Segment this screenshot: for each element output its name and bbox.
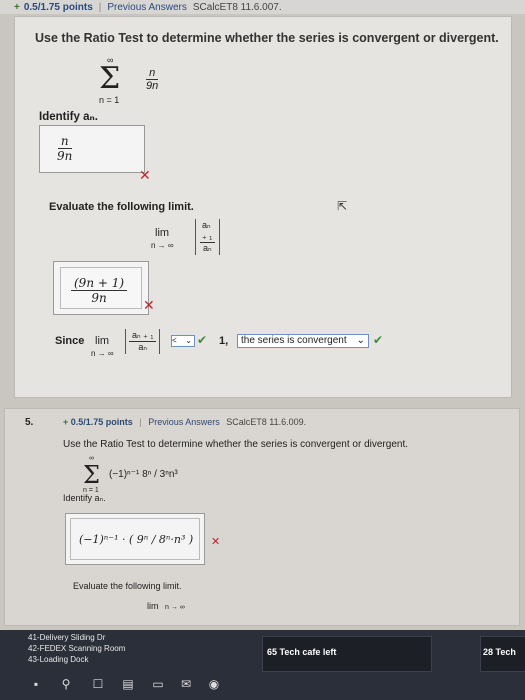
an-answer-field[interactable]: (−1)ⁿ⁻¹ · ( 9ⁿ / 8ⁿ·n³ ) <box>65 513 205 565</box>
note-item[interactable]: 41-Delivery Sliding Dr <box>28 632 125 643</box>
an-answer-field[interactable]: n 9n <box>39 125 145 173</box>
series-term-denominator: 9n <box>146 80 159 92</box>
ratio-numerator: aₙ ₊ ₁ <box>200 220 215 243</box>
since-lim-subscript: n → ∞ <box>91 349 114 358</box>
evaluate-limit-label: Evaluate the following limit. <box>73 581 182 591</box>
question-4-ref: SCalcET8 11.6.007. <box>192 1 282 13</box>
question-5-number: 5. <box>25 417 34 428</box>
since-ratio-numerator: aₙ ₊ ₁ <box>129 330 157 342</box>
lim-word: lim <box>155 227 170 239</box>
question-4-score: 0.5/1.75 points <box>23 1 93 13</box>
question-4-prompt: Use the Ratio Test to determine whether … <box>35 31 499 45</box>
question-5-ref: SCalcET8 11.6.009. <box>226 417 307 427</box>
note-item[interactable]: 43-Loading Dock <box>28 654 125 665</box>
question-5-prompt: Use the Ratio Test to determine whether … <box>63 439 408 450</box>
series-term-numerator: n <box>146 67 159 80</box>
sigma-symbol: Σ <box>83 461 100 489</box>
note-item[interactable]: 42-FEDEX Scanning Room <box>28 643 125 654</box>
sigma-symbol: Σ <box>99 61 121 96</box>
limit-answer-fraction: (9n + 1) 9n <box>71 276 128 305</box>
conclusion-select-value: the series is convergent <box>241 335 347 346</box>
since-ratio: aₙ ₊ ₁ aₙ <box>125 329 161 354</box>
since-label: Since <box>55 335 85 347</box>
limit-answer-inner: (9n + 1) 9n <box>60 267 142 309</box>
cursor-icon: ⇱ <box>337 199 348 213</box>
previous-answers-link[interactable]: Previous Answers <box>148 417 220 427</box>
chevron-down-icon: ⌄ <box>356 335 365 346</box>
previous-answers-link[interactable]: Previous Answers <box>107 2 186 13</box>
comparison-select[interactable]: < ⌄ <box>171 335 195 347</box>
series-lower-limit: n = 1 <box>99 95 120 105</box>
desktop-notes: 41-Delivery Sliding Dr 42-FEDEX Scanning… <box>28 632 125 665</box>
conclusion-select[interactable]: the series is convergent ⌄ <box>237 334 369 348</box>
identify-an-label: Identify aₙ. <box>63 493 106 503</box>
lim-subscript: n → ∞ <box>165 604 185 611</box>
question-4-panel: Use the Ratio Test to determine whether … <box>14 16 512 398</box>
question-5-header: + 0.5/1.75 points | Previous Answers SCa… <box>63 417 306 427</box>
separator: | <box>139 417 142 427</box>
tile-tech-cafe[interactable]: 65 Tech cafe left <box>262 636 432 672</box>
tile-tech-label: 28 Tech <box>483 647 516 657</box>
correct-icon: ✔ <box>373 333 384 347</box>
question-5-panel: 5. + 0.5/1.75 points | Previous Answers … <box>4 408 520 626</box>
ratio-abs-value: aₙ ₊ ₁ aₙ <box>195 219 220 255</box>
evaluate-limit-label: Evaluate the following limit. <box>49 201 194 213</box>
windows-start-icon[interactable]: ▪ <box>28 676 44 692</box>
series-term: n 9n <box>143 67 161 92</box>
question-5-score: 0.5/1.75 points <box>70 417 133 427</box>
separator: | <box>98 1 102 13</box>
incorrect-icon: ✕ <box>143 297 155 313</box>
plus-icon: + <box>14 1 20 13</box>
since-lim-word: lim <box>95 335 110 347</box>
tile-tech-cafe-label: 65 Tech cafe left <box>267 647 337 657</box>
correct-icon: ✔ <box>197 333 208 347</box>
question-4-header: + 0.5/1.75 points | Previous Answers SCa… <box>0 0 525 14</box>
an-answer-denominator: 9n <box>57 149 73 163</box>
series-term: (−1)ⁿ⁻¹ 8ⁿ / 3ⁿn³ <box>109 469 178 480</box>
app-icon[interactable]: ▤ <box>120 676 136 692</box>
file-explorer-icon[interactable]: ▭ <box>150 676 166 692</box>
ratio-denominator: aₙ <box>203 243 212 253</box>
chevron-down-icon: ⌄ <box>185 336 192 345</box>
an-answer-fraction: n 9n <box>54 134 75 163</box>
search-icon[interactable]: ⚲ <box>58 676 74 692</box>
lim-subscript: n → ∞ <box>151 241 174 250</box>
mail-icon[interactable]: ✉ <box>178 676 194 692</box>
series-expression: ∞ Σ n = 1 n 9n <box>99 55 179 115</box>
an-answer-inner: (−1)ⁿ⁻¹ · ( 9ⁿ / 8ⁿ·n³ ) <box>70 518 200 560</box>
tile-tech[interactable]: 28 Tech <box>480 636 525 672</box>
limit-answer-numerator: (9n + 1) <box>71 276 128 291</box>
limit-answer-denominator: 9n <box>91 291 107 305</box>
limit-answer-field[interactable]: (9n + 1) 9n <box>53 261 149 315</box>
limit-expression: lim n → ∞ <box>147 601 185 611</box>
browser-icon[interactable]: ◉ <box>206 676 222 692</box>
comparison-select-value: < <box>172 336 177 345</box>
incorrect-icon: ✕ <box>211 536 221 548</box>
identify-an-label: Identify aₙ. <box>39 111 98 123</box>
an-answer-numerator: n <box>57 134 72 149</box>
plus-icon: + <box>63 417 69 427</box>
since-ratio-denominator: aₙ <box>138 342 147 352</box>
an-answer-value: (−1)ⁿ⁻¹ · ( 9ⁿ / 8ⁿ·n³ ) <box>79 533 194 546</box>
one-label: 1, <box>219 335 229 347</box>
task-view-icon[interactable]: ☐ <box>90 676 106 692</box>
lim-word: lim <box>147 601 159 611</box>
incorrect-icon: ✕ <box>139 167 151 183</box>
